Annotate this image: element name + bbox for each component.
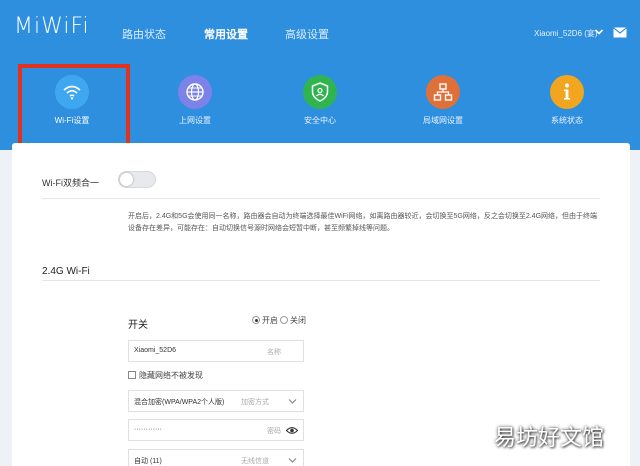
password-hint: 密码 [267,428,281,435]
password-value: ············ [134,426,162,433]
dualband-toggle[interactable] [118,171,156,188]
switch-label: 开关 [128,320,148,331]
tile-system-status[interactable]: 系统状态 [522,75,612,126]
tile-security-center[interactable]: 安全中心 [275,75,365,126]
settings-card [12,143,630,466]
divider [42,280,600,281]
radio-on[interactable] [252,316,260,324]
dualband-label: Wi-Fi双频合一 [42,178,99,188]
tile-internet-settings[interactable]: 上网设置 [150,75,240,126]
section-title-24g: 2.4G Wi-Fi [42,266,90,277]
channel-select[interactable]: 自动 (11) 无线信道 [128,449,304,466]
channel-value: 自动 (11) [134,458,162,465]
nav-common-settings[interactable]: 常用设置 [204,26,248,42]
tile-label: 局域网设置 [423,116,463,125]
divider [42,198,600,199]
ssid-input[interactable]: Xiaomi_52D6 名称 [128,340,304,362]
account-name[interactable]: Xiaomi_52D6 (宴) [534,28,598,39]
hide-network-label[interactable]: 隐藏网络不被发现 [139,370,203,381]
info-icon [550,75,584,109]
nav-router-status[interactable]: 路由状态 [122,26,166,42]
encryption-select[interactable]: 混合加密(WPA/WPA2个人版) 加密方式 [128,390,304,412]
password-input[interactable]: ············ 密码 [128,419,304,441]
toggle-knob [120,173,133,186]
highlight-box [18,64,130,148]
eye-icon[interactable] [286,426,298,435]
radio-off[interactable] [280,316,288,324]
channel-hint: 无线信道 [241,458,269,465]
chevron-down-icon[interactable] [594,27,604,37]
network-icon [426,75,460,109]
hide-network-checkbox[interactable] [128,371,136,379]
dualband-description: 开启后，2.4G和5G会使用同一名称，路由器会自动为终端选择最佳WiFi网络，如… [128,213,598,232]
radio-on-label[interactable]: 开启 [262,315,278,326]
encryption-hint: 加密方式 [241,399,269,406]
radio-off-label[interactable]: 关闭 [290,315,306,326]
tile-label: 安全中心 [304,116,336,125]
ssid-hint: 名称 [267,349,281,356]
shield-icon [303,75,337,109]
tile-lan-settings[interactable]: 局域网设置 [398,75,488,126]
watermark-text: 易坊好文馆 [494,426,605,451]
chevron-down-icon [288,399,297,404]
mail-icon[interactable] [613,27,627,38]
tile-label: 系统状态 [551,116,583,125]
chevron-down-icon [288,458,297,463]
encryption-value: 混合加密(WPA/WPA2个人版) [134,399,225,406]
ssid-value: Xiaomi_52D6 [134,347,177,354]
tile-label: 上网设置 [179,116,211,125]
nav-advanced-settings[interactable]: 高级设置 [285,26,329,42]
miwifi-logo: MiWiFi [14,14,90,39]
globe-icon [178,75,212,109]
